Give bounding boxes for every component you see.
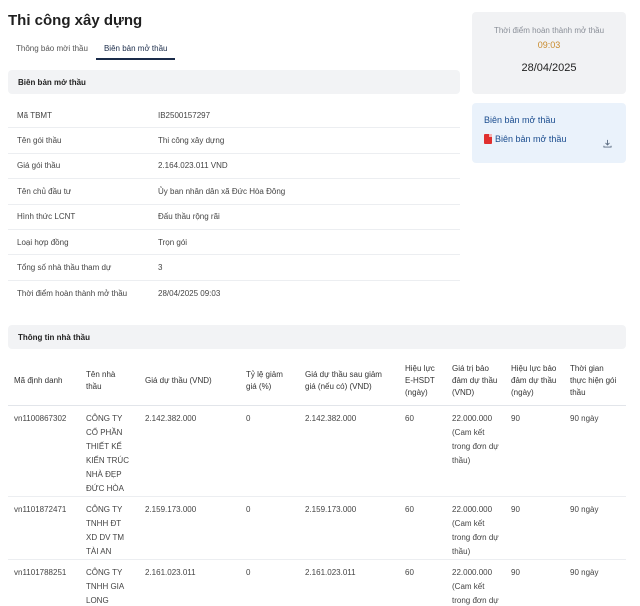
column-header: Giá dự thầu sau giảm giá (nếu có) (VND)	[299, 357, 399, 406]
cell-id: vn1101788251	[8, 559, 80, 606]
info-row-investor: Tên chủ đầu tư Ủy ban nhân dân xã Đức Hò…	[8, 179, 460, 205]
table-row: vn1101872471 CÔNG TY TNHH ĐT XD DV TM TÀ…	[8, 496, 626, 560]
document-card-title: Biên bản mở thầu	[484, 115, 556, 125]
cell-guarantee: 22.000.000 (Cam kết trong đơn dự thầu)	[446, 496, 505, 560]
info-value: 28/04/2025 09:03	[158, 288, 221, 298]
info-row-tbmt: Mã TBMT IB2500157297	[8, 103, 460, 129]
cell-name: CÔNG TY CỔ PHẦN THIẾT KẾ KIẾN TRÚC NHÀ Đ…	[80, 405, 139, 497]
info-value: Trọn gói	[158, 237, 188, 247]
download-icon[interactable]	[603, 135, 612, 153]
info-label: Hình thức LCNT	[17, 212, 76, 222]
cell-price-after-discount: 2.159.173.000	[299, 496, 399, 560]
info-row-selection-method: Hình thức LCNT Đấu thầu rộng rãi	[8, 205, 460, 230]
column-header: Thời gian thực hiện gói thầu	[564, 357, 626, 406]
page-title: Thi công xây dựng	[8, 12, 143, 29]
info-value: IB2500157297	[158, 110, 211, 120]
info-value: 3	[158, 263, 163, 273]
info-row-package-price: Giá gói thầu 2.164.023.011 VND	[8, 154, 460, 180]
opening-section-header: Biên bản mở thầu	[8, 70, 460, 94]
cell-discount: 0	[240, 559, 299, 606]
column-header: Tên nhà thầu	[80, 357, 139, 406]
cell-validity: 60	[399, 405, 446, 497]
info-value: Thi công xây dựng	[158, 136, 225, 146]
info-value: Ủy ban nhân dân xã Đức Hòa Đông	[158, 186, 286, 196]
column-header: Giá dự thầu (VND)	[139, 357, 240, 406]
table-row: vn1101788251 CÔNG TY TNHH GIA LONG LONG …	[8, 559, 626, 606]
opening-report-link-label: Biên bản mở thầu	[495, 134, 567, 144]
cell-bid-price: 2.142.382.000	[139, 405, 240, 497]
info-label: Tổng số nhà thầu tham dự	[17, 263, 112, 273]
cell-guarantee: 22.000.000 (Cam kết trong đơn dự thầu)	[446, 559, 505, 606]
tab-opening-report[interactable]: Biên bản mở thầu	[95, 40, 176, 60]
info-row-contract-type: Loại hợp đồng Trọn gói	[8, 230, 460, 256]
column-header: Giá trị bảo đảm dự thầu (VND)	[446, 357, 505, 406]
cell-price-after-discount: 2.142.382.000	[299, 405, 399, 497]
cell-discount: 0	[240, 405, 299, 497]
contractor-table: Mã định danh Tên nhà thầu Giá dự thầu (V…	[8, 357, 626, 606]
pdf-icon	[484, 134, 492, 144]
guarantee-value: 22.000.000	[452, 413, 493, 423]
cell-duration: 90 ngày	[564, 559, 626, 606]
info-value: 2.164.023.011 VND	[158, 161, 228, 171]
document-card: Biên bản mở thầu Biên bản mở thầu	[472, 103, 626, 163]
completion-date: 28/04/2025	[521, 62, 577, 74]
cell-name: CÔNG TY TNHH ĐT XD DV TM TÀI AN	[80, 496, 139, 560]
info-label: Tên chủ đầu tư	[17, 186, 72, 196]
cell-guarantee-validity: 90	[505, 496, 564, 560]
info-row-bidder-count: Tổng số nhà thầu tham dự 3	[8, 255, 460, 281]
cell-guarantee-validity: 90	[505, 559, 564, 606]
cell-discount: 0	[240, 496, 299, 560]
column-header: Tỷ lệ giảm giá (%)	[240, 357, 299, 406]
completion-time-clock: 09:03	[537, 40, 561, 50]
opening-info-table: Mã TBMT IB2500157297 Tên gói thầu Thi cô…	[8, 103, 460, 306]
completion-time-card: Thời điểm hoàn thành mở thầu 09:03 28/04…	[472, 12, 626, 94]
cell-guarantee-validity: 90	[505, 405, 564, 497]
info-label: Loại hợp đồng	[17, 237, 69, 247]
guarantee-value: 22.000.000	[452, 504, 493, 514]
info-value: Đấu thầu rộng rãi	[158, 212, 220, 222]
opening-report-link[interactable]: Biên bản mở thầu	[484, 134, 566, 144]
info-row-completion-time: Thời điểm hoàn thành mở thầu 28/04/2025 …	[8, 281, 460, 306]
cell-validity: 60	[399, 496, 446, 560]
info-label: Giá gói thầu	[17, 161, 61, 171]
cell-price-after-discount: 2.161.023.011	[299, 559, 399, 606]
cell-duration: 90 ngày	[564, 405, 626, 497]
info-label: Thời điểm hoàn thành mở thầu	[17, 288, 128, 298]
guarantee-note: (Cam kết trong đơn dự thầu)	[452, 518, 499, 556]
cell-duration: 90 ngày	[564, 496, 626, 560]
cell-bid-price: 2.161.023.011	[139, 559, 240, 606]
table-header-row: Mã định danh Tên nhà thầu Giá dự thầu (V…	[8, 357, 626, 406]
cell-name: CÔNG TY TNHH GIA LONG LONG AN	[80, 559, 139, 606]
tab-bar: Thông báo mời thầu Biên bản mở thầu	[8, 40, 460, 60]
tab-invitation-notice[interactable]: Thông báo mời thầu	[8, 40, 96, 60]
column-header: Mã định danh	[8, 357, 80, 406]
contractor-section-header: Thông tin nhà thầu	[8, 325, 626, 349]
cell-id: vn1101872471	[8, 496, 80, 560]
cell-id: vn1100867302	[8, 405, 80, 497]
info-label: Mã TBMT	[17, 110, 52, 120]
info-label: Tên gói thầu	[17, 136, 62, 146]
completion-time-label: Thời điểm hoàn thành mở thầu	[493, 26, 605, 35]
guarantee-value: 22.000.000	[452, 567, 493, 577]
cell-guarantee: 22.000.000 (Cam kết trong đơn dự thầu)	[446, 405, 505, 497]
cell-validity: 60	[399, 559, 446, 606]
column-header: Hiệu lực bảo đảm dự thầu (ngày)	[505, 357, 564, 406]
info-row-package-name: Tên gói thầu Thi công xây dựng	[8, 128, 460, 154]
guarantee-note: (Cam kết trong đơn dự thầu)	[452, 581, 499, 605]
cell-bid-price: 2.159.173.000	[139, 496, 240, 560]
table-row: vn1100867302 CÔNG TY CỔ PHẦN THIẾT KẾ KI…	[8, 405, 626, 497]
guarantee-note: (Cam kết trong đơn dự thầu)	[452, 427, 499, 465]
column-header: Hiệu lực E-HSDT (ngày)	[399, 357, 446, 406]
